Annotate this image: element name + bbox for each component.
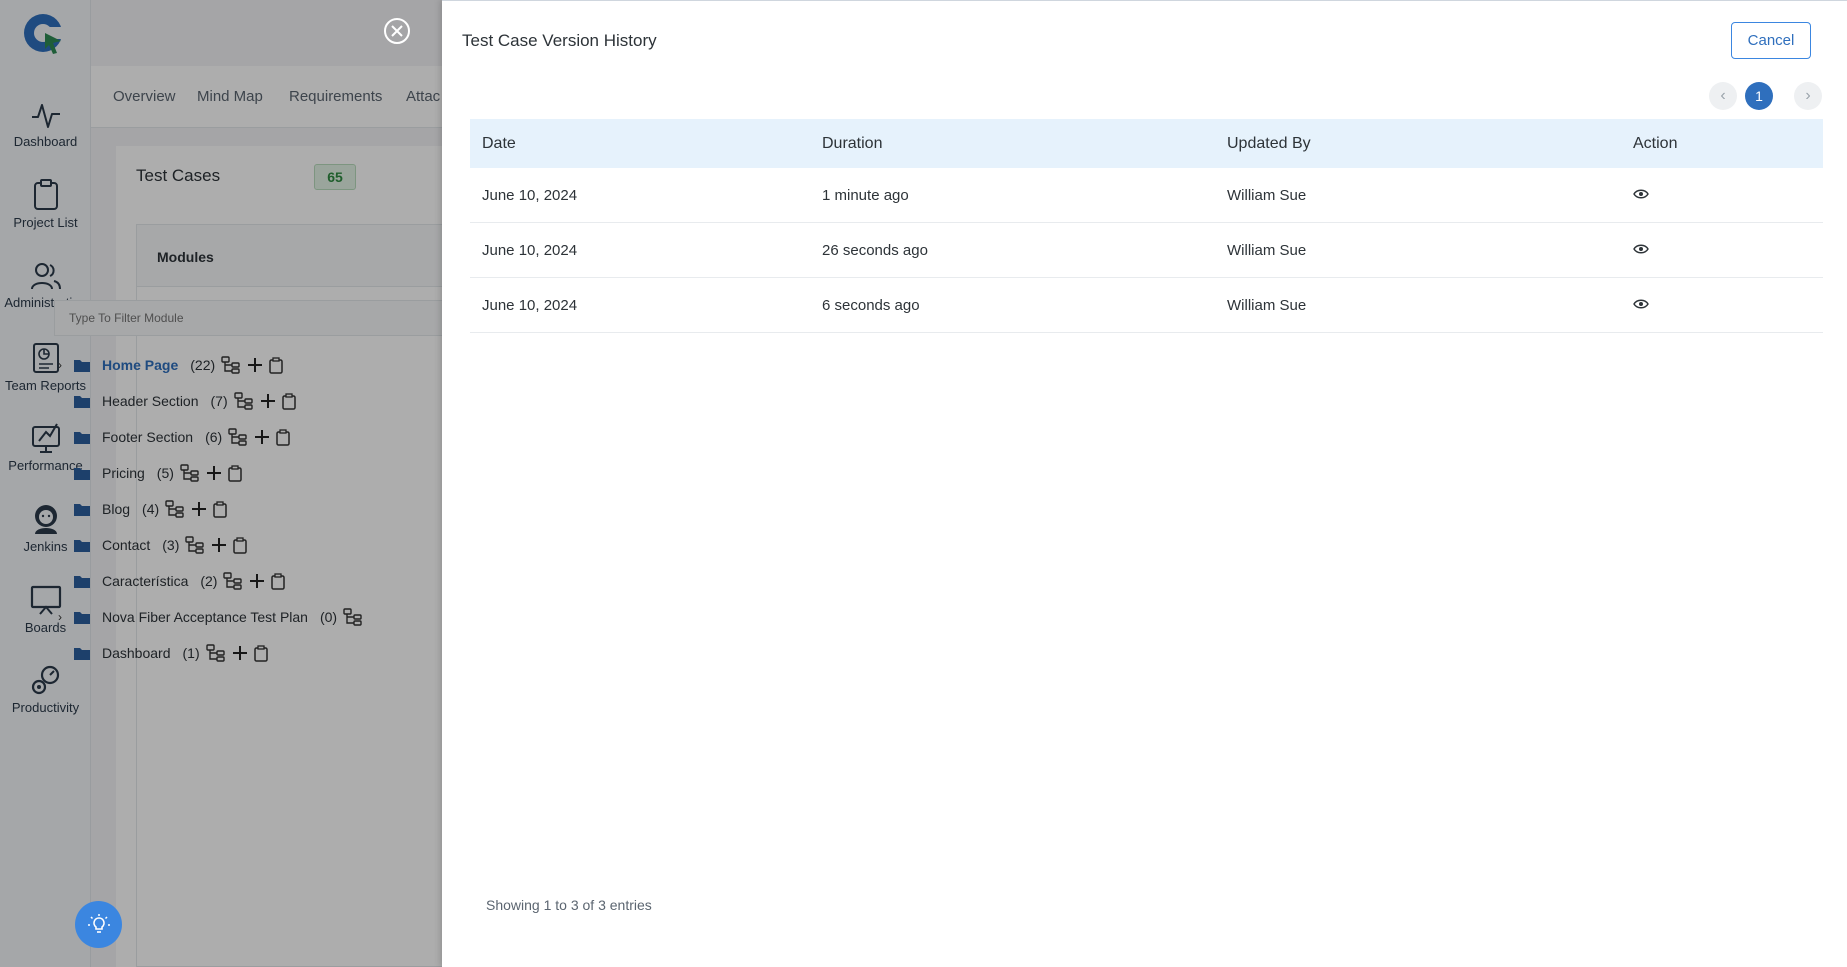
cell-duration: 6 seconds ago xyxy=(822,296,920,314)
cell-date: June 10, 2024 xyxy=(482,296,578,314)
cell-updated-by: William Sue xyxy=(1227,241,1307,259)
cell-date: June 10, 2024 xyxy=(482,186,578,204)
cell-duration: 26 seconds ago xyxy=(822,241,928,259)
view-eye-icon[interactable] xyxy=(1633,243,1649,255)
pagination-next-button[interactable]: › xyxy=(1794,82,1822,110)
modal-backdrop[interactable] xyxy=(0,0,442,967)
help-button[interactable] xyxy=(75,901,122,948)
table-header: Date Duration Updated By Action xyxy=(470,119,1823,168)
column-header-duration[interactable]: Duration xyxy=(810,135,1215,153)
view-eye-icon[interactable] xyxy=(1633,298,1649,310)
cancel-button[interactable]: Cancel xyxy=(1731,22,1811,59)
close-icon[interactable] xyxy=(383,17,411,45)
cell-updated-by: William Sue xyxy=(1227,186,1307,204)
pagination-page-1[interactable]: 1 xyxy=(1745,82,1773,110)
view-eye-icon[interactable] xyxy=(1633,188,1649,200)
version-history-table: Date Duration Updated By Action June 10,… xyxy=(470,119,1823,333)
version-history-modal: Test Case Version History Cancel ‹ 1 › D… xyxy=(442,0,1847,967)
table-row: June 10, 2024 1 minute ago William Sue xyxy=(470,168,1823,223)
table-row: June 10, 2024 6 seconds ago William Sue xyxy=(470,278,1823,333)
table-row: June 10, 2024 26 seconds ago William Sue xyxy=(470,223,1823,278)
cell-updated-by: William Sue xyxy=(1227,296,1307,314)
lightbulb-icon xyxy=(87,913,110,933)
column-header-updated-by[interactable]: Updated By xyxy=(1215,135,1621,153)
cell-duration: 1 minute ago xyxy=(822,186,909,204)
pagination-prev-button[interactable]: ‹ xyxy=(1709,82,1737,110)
column-header-action: Action xyxy=(1633,134,1678,152)
modal-title: Test Case Version History xyxy=(462,31,657,50)
column-header-date[interactable]: Date xyxy=(470,135,810,153)
cell-date: June 10, 2024 xyxy=(482,241,578,259)
entries-info: Showing 1 to 3 of 3 entries xyxy=(486,897,652,913)
